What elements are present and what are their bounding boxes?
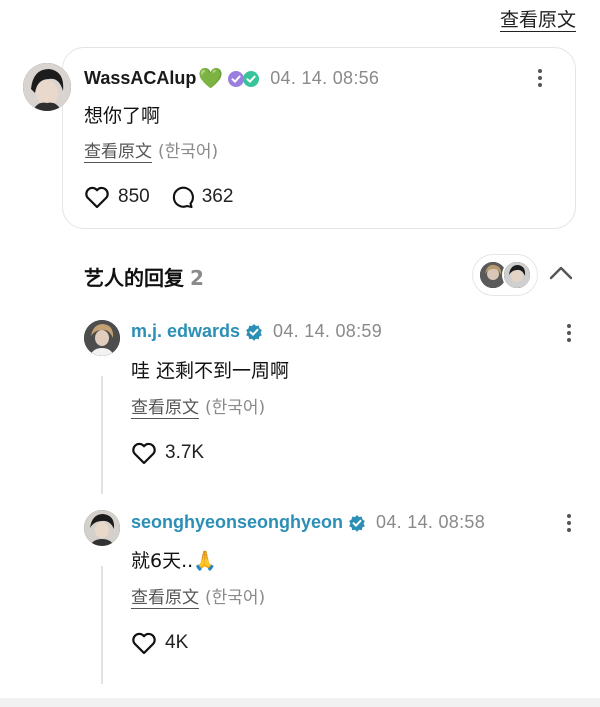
- artist-avatar-mini-2: [502, 260, 532, 290]
- post-comment-button[interactable]: 362: [170, 185, 234, 209]
- post-translate: 查看原文 (한국어): [84, 137, 218, 162]
- membership-badge-icon: [243, 70, 260, 87]
- reply-1-source-language: (한국어): [205, 398, 266, 418]
- heart-icon: [132, 632, 156, 655]
- comment-icon: [172, 186, 194, 209]
- post-more-icon[interactable]: [537, 67, 543, 89]
- post-content: 想你了啊: [84, 105, 161, 127]
- reply-1-content: 哇 还剩不到一周啊: [131, 360, 290, 382]
- reply-1-avatar[interactable]: [84, 320, 120, 356]
- reply-2-like-button[interactable]: 4K: [131, 631, 188, 655]
- artist-replies-label: 艺人的回复: [84, 266, 184, 290]
- reply-1-timestamp: 04. 14. 08:59: [273, 321, 383, 341]
- artist-avatar-stack[interactable]: [472, 254, 538, 296]
- post-timestamp: 04. 14. 08:56: [270, 68, 380, 88]
- reply-1-translate: 查看原文 (한국어): [131, 393, 265, 418]
- chevron-up-icon[interactable]: [549, 265, 573, 281]
- post-like-button[interactable]: 850: [84, 185, 150, 209]
- post-like-count: 850: [118, 186, 150, 207]
- reply-1-view-original-link[interactable]: 查看原文: [131, 398, 199, 418]
- reply-1-username[interactable]: m.j. edwards: [131, 321, 240, 342]
- reply-1-like-count: 3.7K: [165, 442, 205, 463]
- reply-2-username[interactable]: seonghyeonseonghyeon: [131, 512, 343, 533]
- post-actions: 850 362: [84, 185, 253, 209]
- reply-2-header: seonghyeonseonghyeon 04. 14. 08:58: [131, 512, 485, 533]
- post-source-language: (한국어): [158, 142, 219, 162]
- reply-1-actions: 3.7K: [131, 441, 224, 465]
- post-view-original-link[interactable]: 查看原文: [84, 142, 152, 162]
- post-username[interactable]: WassACAlup: [84, 68, 196, 89]
- reply-2-actions: 4K: [131, 631, 208, 655]
- reply-2-translate: 查看原文 (한국어): [131, 583, 265, 608]
- reply-1-header: m.j. edwards 04. 14. 08:59: [131, 321, 382, 342]
- view-original-link-top[interactable]: 查看原文: [500, 5, 576, 32]
- verified-icon: [246, 323, 262, 341]
- post-author-avatar[interactable]: [23, 63, 71, 111]
- reply-2-avatar[interactable]: [84, 510, 120, 546]
- reply-1-like-button[interactable]: 3.7K: [131, 441, 204, 465]
- artist-replies-title: 艺人的回复 2: [84, 262, 204, 291]
- reply-1-thread-line: [101, 376, 103, 494]
- reply-2-thread-line: [101, 566, 103, 684]
- post-comment-count: 362: [201, 186, 234, 207]
- heart-icon: [132, 442, 156, 465]
- bottom-divider: [0, 698, 600, 707]
- heart-icon: [85, 186, 109, 209]
- reply-2-source-language: (한국어): [205, 588, 266, 608]
- reply-2-timestamp: 04. 14. 08:58: [376, 512, 486, 532]
- verified-icon: [349, 514, 365, 532]
- green-heart-emoji: 💚: [198, 68, 224, 90]
- reply-2-view-original-link[interactable]: 查看原文: [131, 588, 199, 608]
- reply-1-more-icon[interactable]: [566, 322, 572, 344]
- reply-2-more-icon[interactable]: [566, 512, 572, 534]
- reply-2-content: 就6天..🙏: [131, 550, 217, 572]
- artist-replies-count: 2: [190, 266, 204, 290]
- post-header: WassACAlup 💚 04. 14. 08:56: [84, 66, 379, 91]
- badge-group: [227, 70, 260, 88]
- reply-2-like-count: 4K: [165, 632, 189, 653]
